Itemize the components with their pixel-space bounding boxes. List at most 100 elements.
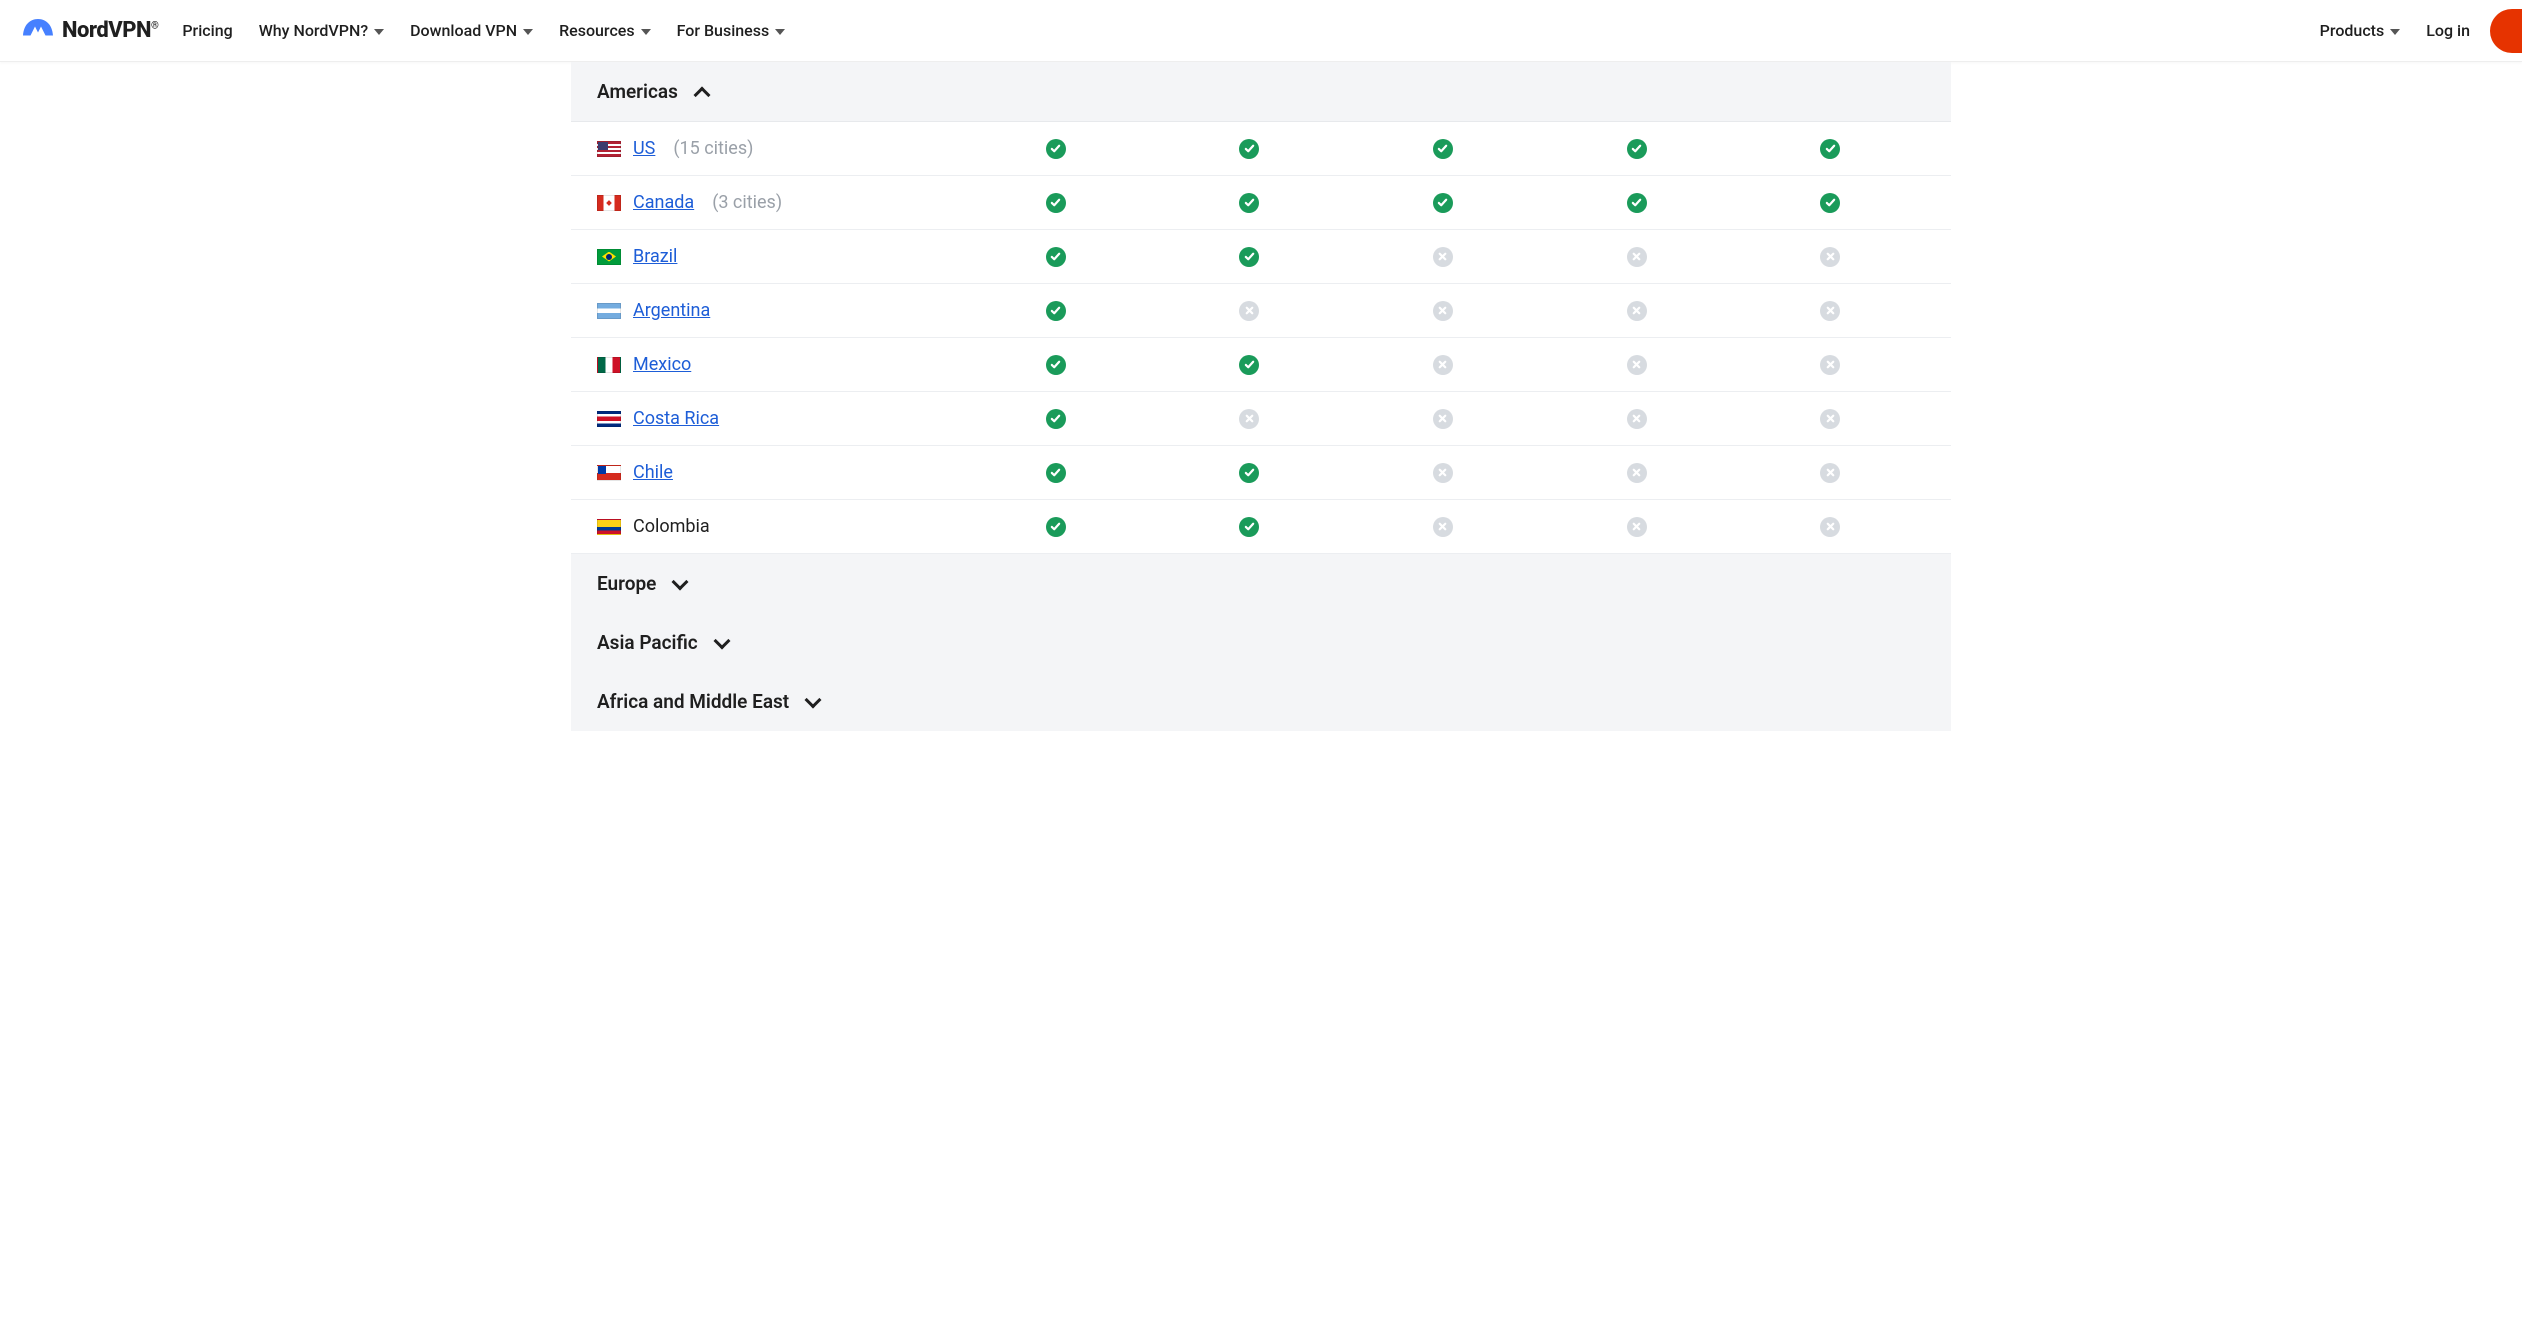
flag-icon-mx (597, 357, 621, 373)
flag-icon-ar (597, 303, 621, 319)
flag-icon-us (597, 141, 621, 157)
table-row: Colombia (571, 500, 1951, 554)
nav-item-label: Why NordVPN? (259, 21, 368, 40)
feature-cell (1155, 139, 1345, 159)
nav-right-item-products[interactable]: Products (2320, 21, 2401, 40)
cross-icon (1627, 355, 1647, 375)
feature-cell (1155, 517, 1345, 537)
country-name[interactable]: US (633, 138, 655, 159)
feature-cell (1735, 247, 1925, 267)
cities-count: (15 cities) (673, 138, 753, 159)
brand-name: NordVPN® (62, 18, 158, 43)
table-row: Mexico (571, 338, 1951, 392)
nav-item-label: For Business (677, 21, 770, 40)
chevron-down-icon (2390, 29, 2400, 35)
cross-icon (1433, 517, 1453, 537)
feature-cell (1542, 463, 1732, 483)
country-name[interactable]: Chile (633, 462, 673, 483)
cross-icon (1820, 409, 1840, 429)
check-icon (1239, 517, 1259, 537)
country-name[interactable]: Mexico (633, 354, 691, 375)
nav-item-why-nordvpn[interactable]: Why NordVPN? (259, 21, 384, 40)
feature-cell (1348, 409, 1538, 429)
nav-item-label: Log in (2426, 21, 2470, 40)
check-icon (1627, 139, 1647, 159)
feature-cell (1155, 463, 1345, 483)
secondary-nav: Products Log in (2320, 21, 2470, 40)
check-icon (1046, 247, 1066, 267)
region-header-africa-and-middle-east[interactable]: Africa and Middle East (571, 672, 1951, 731)
country-name[interactable]: Canada (633, 192, 694, 213)
country-cell: Colombia (597, 516, 957, 537)
table-row: US (15 cities) (571, 122, 1951, 176)
check-icon (1046, 463, 1066, 483)
table-row: Costa Rica (571, 392, 1951, 446)
check-icon (1046, 409, 1066, 429)
nav-right-item-log-in[interactable]: Log in (2426, 21, 2470, 40)
country-cell: US (15 cities) (597, 138, 957, 159)
check-icon (1239, 139, 1259, 159)
region-title: Africa and Middle East (597, 690, 789, 713)
feature-cell (1155, 301, 1345, 321)
cross-icon (1627, 517, 1647, 537)
country-cell: Costa Rica (597, 408, 957, 429)
nav-item-for-business[interactable]: For Business (677, 21, 786, 40)
feature-cell (1348, 355, 1538, 375)
cross-icon (1433, 463, 1453, 483)
feature-cell (1542, 409, 1732, 429)
country-name[interactable]: Brazil (633, 246, 677, 267)
feature-cell (1735, 355, 1925, 375)
feature-cell (1348, 301, 1538, 321)
check-icon (1627, 193, 1647, 213)
country-name[interactable]: Costa Rica (633, 408, 719, 429)
check-icon (1239, 355, 1259, 375)
cross-icon (1627, 301, 1647, 321)
chevron-down-icon (713, 632, 730, 649)
region-header-europe[interactable]: Europe (571, 554, 1951, 613)
flag-icon-br (597, 249, 621, 265)
country-cell: Brazil (597, 246, 957, 267)
brand-logo[interactable]: NordVPN® (20, 13, 158, 49)
primary-nav: Pricing Why NordVPN? Download VPN Resources… (182, 21, 785, 40)
flag-icon-cr (597, 411, 621, 427)
check-icon (1433, 193, 1453, 213)
feature-cell (1155, 409, 1345, 429)
site-header: NordVPN® Pricing Why NordVPN? Download VPN… (0, 0, 2522, 62)
country-cell: Argentina (597, 300, 957, 321)
cross-icon (1433, 409, 1453, 429)
check-icon (1239, 463, 1259, 483)
cross-icon (1627, 247, 1647, 267)
feature-cell (961, 301, 1151, 321)
region-title: Europe (597, 572, 656, 595)
table-row: Argentina (571, 284, 1951, 338)
nav-item-pricing[interactable]: Pricing (182, 21, 232, 40)
check-icon (1046, 301, 1066, 321)
country-name[interactable]: Argentina (633, 300, 710, 321)
feature-cell (961, 247, 1151, 267)
cross-icon (1433, 247, 1453, 267)
cross-icon (1820, 247, 1840, 267)
check-icon (1239, 193, 1259, 213)
feature-cell (1542, 247, 1732, 267)
brand-logo-icon (20, 13, 56, 49)
cross-icon (1433, 301, 1453, 321)
region-header-americas[interactable]: Americas (571, 62, 1951, 122)
cross-icon (1627, 409, 1647, 429)
cta-button[interactable] (2490, 9, 2522, 53)
country-cell: Mexico (597, 354, 957, 375)
table-row: Canada(3 cities) (571, 176, 1951, 230)
nav-item-download-vpn[interactable]: Download VPN (410, 21, 533, 40)
nav-item-label: Pricing (182, 21, 232, 40)
check-icon (1239, 247, 1259, 267)
feature-cell (1348, 247, 1538, 267)
feature-cell (1735, 517, 1925, 537)
chevron-down-icon (523, 29, 533, 35)
feature-cell (1155, 247, 1345, 267)
nav-item-resources[interactable]: Resources (559, 21, 651, 40)
cross-icon (1239, 409, 1259, 429)
flag-icon-cl (597, 465, 621, 481)
feature-cell (1348, 139, 1538, 159)
region-header-asia-pacific[interactable]: Asia Pacific (571, 613, 1951, 672)
cross-icon (1820, 355, 1840, 375)
region-title: Asia Pacific (597, 631, 698, 654)
